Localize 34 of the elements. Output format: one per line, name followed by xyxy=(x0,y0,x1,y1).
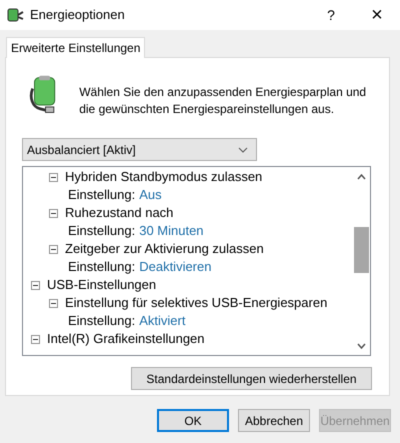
scroll-thumb[interactable] xyxy=(354,227,369,273)
collapse-icon[interactable] xyxy=(49,244,58,254)
setting-label: Einstellung: xyxy=(68,312,136,330)
restore-defaults-button[interactable]: Standardeinstellungen wiederherstellen xyxy=(131,367,372,390)
tree-item[interactable]: USB-Einstellungen xyxy=(47,275,156,295)
scroll-up-icon[interactable] xyxy=(357,174,366,180)
tree-item[interactable]: Intel(R) Grafikeinstellungen xyxy=(47,329,205,349)
setting-value-link[interactable]: 30 Minuten xyxy=(139,221,204,241)
setting-value-link[interactable]: Deaktivieren xyxy=(139,257,212,277)
plan-dropdown[interactable]: Ausbalanciert [Aktiv] xyxy=(22,138,257,161)
tree-item[interactable]: Ruhezustand nach xyxy=(65,203,174,223)
setting-value-link[interactable]: Aus xyxy=(139,185,162,205)
dialog-button[interactable]: Abbrechen xyxy=(238,409,310,432)
setting-value-link[interactable]: Aktiviert xyxy=(139,311,186,331)
collapse-icon[interactable] xyxy=(31,334,40,344)
battery-plug-icon xyxy=(6,7,24,23)
tree-item[interactable]: Einstellung für selektives USB-Energiesparen xyxy=(65,293,328,313)
help-button[interactable]: ? xyxy=(308,0,354,30)
window-title: Energieoptionen xyxy=(30,6,125,24)
close-button[interactable]: × xyxy=(354,0,400,30)
setting-label: Einstellung: xyxy=(68,186,136,204)
tree-item[interactable]: Zeitgeber zur Aktivierung zulassen xyxy=(65,239,264,259)
tree-item[interactable]: Hybriden Standbymodus zulassen xyxy=(65,167,262,187)
collapse-icon[interactable] xyxy=(49,172,58,182)
collapse-icon[interactable] xyxy=(31,280,40,290)
setting-label: Einstellung: xyxy=(68,222,136,240)
collapse-icon[interactable] xyxy=(49,298,58,308)
dialog-button[interactable]: OK xyxy=(157,409,229,432)
chevron-down-icon xyxy=(238,146,248,152)
setting-label: Einstellung: xyxy=(68,258,136,276)
scroll-down-icon[interactable] xyxy=(357,343,366,349)
collapse-icon[interactable] xyxy=(49,208,58,218)
tab[interactable]: Erweiterte Einstellungen xyxy=(6,37,146,58)
instruction-text: Wählen Sie den anzupassenden Energiesparplan und die gewünschten Energiespareinstellungen aus. xyxy=(79,84,368,118)
